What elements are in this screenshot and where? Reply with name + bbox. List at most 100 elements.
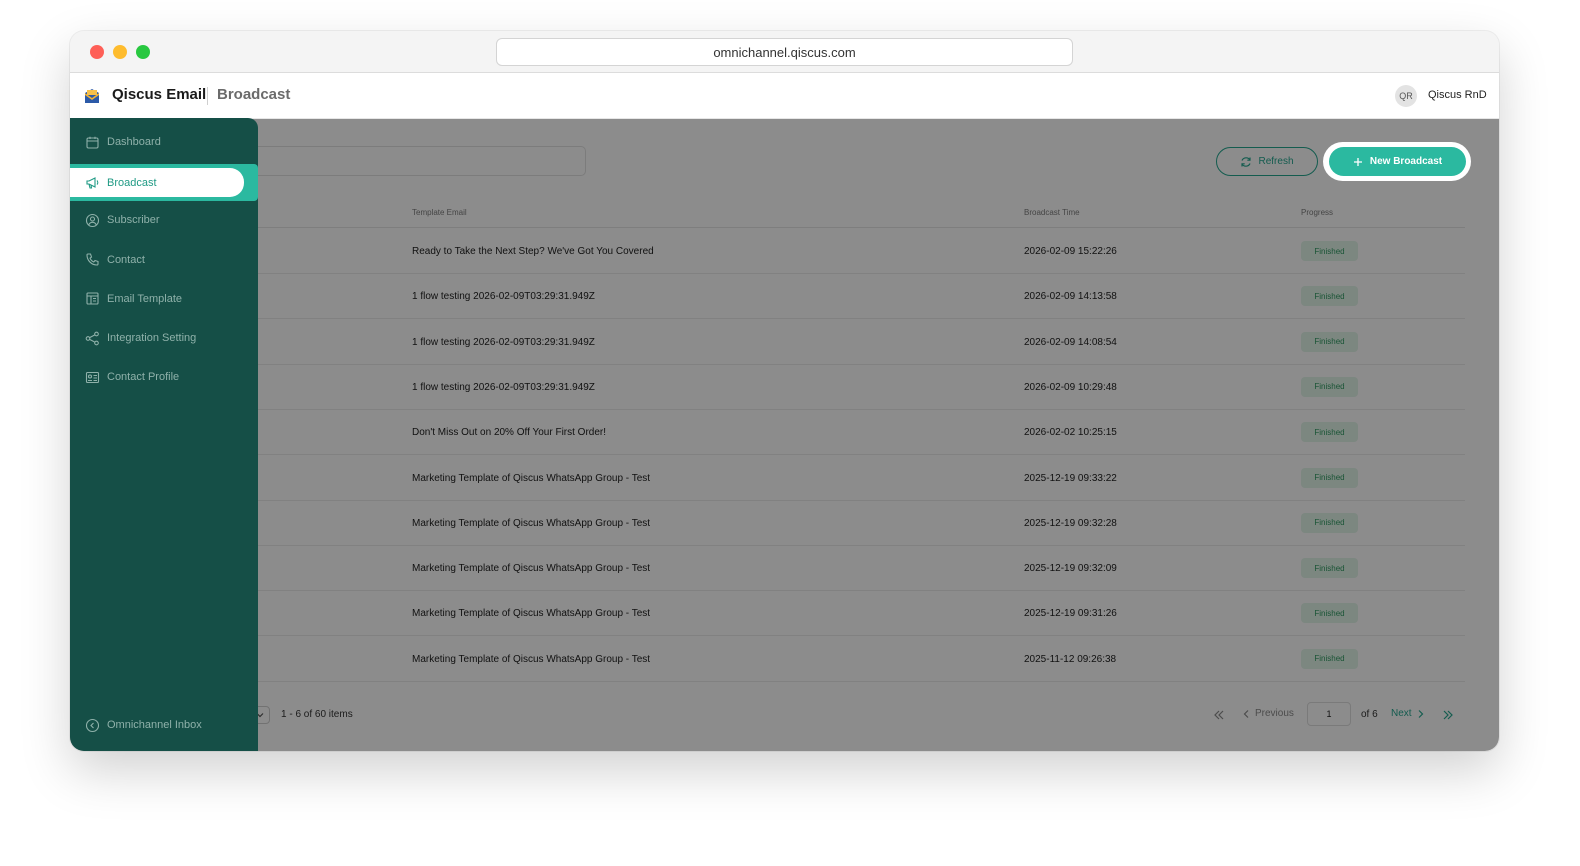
status-badge: Finished xyxy=(1301,558,1358,579)
template-cell: Marketing Template of Qiscus WhatsApp Gr… xyxy=(412,517,651,529)
broadcast-time-cell: 2025-12-19 09:32:28 xyxy=(1024,517,1117,529)
address-bar[interactable]: omnichannel.qiscus.com xyxy=(496,38,1073,66)
broadcast-time-cell: 2026-02-09 14:08:54 xyxy=(1024,336,1117,348)
status-badge: Finished xyxy=(1301,467,1358,488)
table-row[interactable]: 1 flow testing 2026-02-09T03:29:31.949Z 2… xyxy=(90,320,1465,365)
previous-page-button[interactable]: Previous xyxy=(1242,708,1294,719)
browser-window: omnichannel.qiscus.com Qiscus Email Broa… xyxy=(70,31,1499,751)
sidebar-item-label: Email Template xyxy=(107,292,182,305)
column-header-progress: Progress xyxy=(1301,208,1334,217)
brand-name: Qiscus Email xyxy=(112,86,207,103)
sidebar-item-label: Contact xyxy=(107,253,145,266)
qiscus-email-logo-icon xyxy=(85,89,99,103)
last-page-icon[interactable] xyxy=(1441,708,1455,722)
header-divider xyxy=(207,87,208,105)
calendar-icon xyxy=(86,136,99,149)
sidebar-item-label: Integration Setting xyxy=(107,332,197,344)
next-page-button[interactable]: Next xyxy=(1391,708,1425,719)
column-header-time: Broadcast Time xyxy=(1024,208,1080,217)
table-header-divider xyxy=(90,227,1465,228)
sidebar-item-broadcast[interactable]: Broadcast xyxy=(70,168,244,197)
sidebar-item-label: Subscriber xyxy=(107,214,160,227)
template-cell: Marketing Template of Qiscus WhatsApp Gr… xyxy=(412,472,651,484)
minimize-window-icon[interactable] xyxy=(113,45,127,59)
megaphone-icon xyxy=(86,177,99,189)
status-badge: Finished xyxy=(1301,648,1358,669)
table-row[interactable]: Marketing Template of Qiscus WhatsApp Gr… xyxy=(90,591,1465,637)
status-badge: Finished xyxy=(1301,286,1358,307)
template-cell: Marketing Template of Qiscus WhatsApp Gr… xyxy=(412,608,651,620)
share-nodes-icon xyxy=(85,331,99,345)
table-row[interactable]: 1 flow testing 2026-02-09T03:29:31.949Z 2… xyxy=(90,365,1465,410)
sidebar-item-email-template[interactable]: Email Template xyxy=(70,281,258,317)
table-row[interactable]: 1 flow testing 2026-02-09T03:29:31.949Z 2… xyxy=(90,274,1465,320)
new-broadcast-button[interactable]: New Broadcast xyxy=(1329,147,1466,176)
template-cell: Don't Miss Out on 20% Off Your First Ord… xyxy=(412,427,607,439)
plus-icon xyxy=(1353,157,1362,166)
template-cell: Marketing Template of Qiscus WhatsApp Gr… xyxy=(412,653,651,665)
sidebar-item-subscriber[interactable]: Subscriber xyxy=(70,202,258,238)
status-badge: Finished xyxy=(1301,512,1358,533)
status-badge: Finished xyxy=(1301,603,1358,624)
sidebar-item-label: Broadcast xyxy=(107,176,157,189)
sidebar-item-omnichannel-inbox[interactable]: Omnichannel Inbox xyxy=(70,707,258,743)
table-row[interactable]: Marketing Template of Qiscus WhatsApp Gr… xyxy=(90,501,1465,546)
user-name[interactable]: Qiscus RnD xyxy=(1428,89,1487,101)
items-count: 1 - 6 of 60 items xyxy=(281,709,353,720)
broadcast-time-cell: 2026-02-09 10:29:48 xyxy=(1024,381,1117,393)
sidebar-footer-label: Omnichannel Inbox xyxy=(107,719,202,731)
close-window-icon[interactable] xyxy=(90,45,104,59)
broadcast-time-cell: 2026-02-09 15:22:26 xyxy=(1024,246,1117,257)
new-broadcast-label: New Broadcast xyxy=(1369,156,1443,167)
status-badge: Finished xyxy=(1301,241,1358,261)
template-cell: 1 flow testing 2026-02-09T03:29:31.949Z xyxy=(412,336,595,348)
template-cell: Marketing Template of Qiscus WhatsApp Gr… xyxy=(412,563,651,575)
sidebar: Dashboard Broadcast Subscriber Contact Email… xyxy=(70,118,258,751)
avatar[interactable]: QR xyxy=(1395,85,1417,107)
app-root: Qiscus Email Broadcast QR Qiscus RnD Ref… xyxy=(70,73,1499,751)
back-arrow-icon xyxy=(85,718,100,732)
broadcast-time-cell: 2026-02-09 14:13:58 xyxy=(1024,291,1117,303)
page-title: Broadcast xyxy=(217,86,291,103)
next-label: Next xyxy=(1391,708,1412,719)
main-content: Refresh Template Email Broadcast Time Pr… xyxy=(70,119,1499,751)
id-card-icon xyxy=(85,371,100,383)
phone-icon xyxy=(86,253,99,266)
broadcast-time-cell: 2025-12-19 09:32:09 xyxy=(1024,563,1117,575)
template-cell: 1 flow testing 2026-02-09T03:29:31.949Z xyxy=(412,291,595,303)
broadcast-time-cell: 2025-11-12 09:26:38 xyxy=(1024,653,1117,665)
broadcast-time-cell: 2025-12-19 09:33:22 xyxy=(1024,472,1117,484)
chevron-left-icon xyxy=(1243,709,1249,718)
table-row[interactable]: Ready to Take the Next Step? We've Got Y… xyxy=(90,229,1465,274)
chevron-right-icon xyxy=(1418,709,1423,718)
user-circle-icon xyxy=(85,213,100,227)
table-row[interactable]: Marketing Template of Qiscus WhatsApp Gr… xyxy=(90,637,1465,682)
sidebar-item-label: Dashboard xyxy=(107,136,161,148)
sidebar-item-contact-profile[interactable]: Contact Profile xyxy=(70,359,258,395)
table-row[interactable]: Don't Miss Out on 20% Off Your First Ord… xyxy=(90,410,1465,456)
page-number-input[interactable] xyxy=(1307,702,1351,726)
maximize-window-icon[interactable] xyxy=(136,45,150,59)
refresh-label: Refresh xyxy=(1258,156,1294,167)
pagination: 1 - 6 of 60 items Previous of 6 Next xyxy=(70,701,1499,727)
sidebar-item-integration-setting[interactable]: Integration Setting xyxy=(70,320,258,356)
first-page-icon[interactable] xyxy=(1212,708,1226,722)
sidebar-item-label: Contact Profile xyxy=(107,371,180,384)
refresh-icon xyxy=(1241,156,1252,167)
page-total: of 6 xyxy=(1361,709,1378,720)
sidebar-item-contact[interactable]: Contact xyxy=(70,242,258,278)
template-cell: 1 flow testing 2026-02-09T03:29:31.949Z xyxy=(412,381,595,393)
app-header: Qiscus Email Broadcast QR Qiscus RnD xyxy=(70,73,1499,119)
table-row[interactable]: Marketing Template of Qiscus WhatsApp Gr… xyxy=(90,456,1465,501)
template-icon xyxy=(86,292,99,305)
refresh-button[interactable]: Refresh xyxy=(1216,147,1318,176)
broadcast-time-cell: 2026-02-02 10:25:15 xyxy=(1024,427,1117,439)
previous-label: Previous xyxy=(1255,708,1294,719)
broadcast-time-cell: 2025-12-19 09:31:26 xyxy=(1024,608,1117,620)
table-row[interactable]: Marketing Template of Qiscus WhatsApp Gr… xyxy=(90,546,1465,592)
column-header-template: Template Email xyxy=(412,208,467,217)
status-badge: Finished xyxy=(1301,422,1358,443)
status-badge: Finished xyxy=(1301,331,1358,352)
sidebar-item-dashboard[interactable]: Dashboard xyxy=(70,124,258,160)
template-cell: Ready to Take the Next Step? We've Got Y… xyxy=(412,246,654,257)
